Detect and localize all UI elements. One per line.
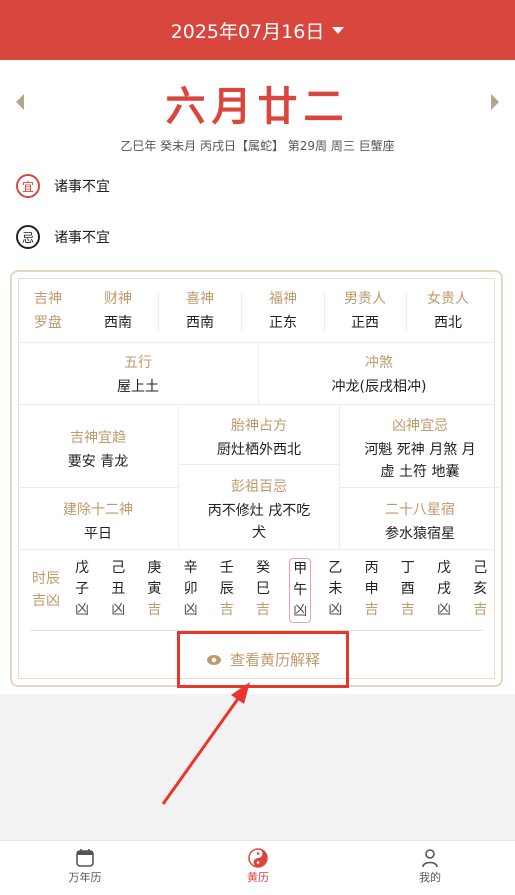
tab-almanac-label: 黄历	[247, 871, 269, 884]
calendar-icon	[76, 849, 94, 867]
tab-mine-label: 我的	[419, 871, 441, 884]
tab-mine[interactable]: 我的	[390, 847, 470, 885]
user-icon	[422, 849, 438, 868]
bottom-tab-bar: 万年历 黄历 我的	[0, 840, 515, 895]
annotation-arrow-icon	[161, 682, 250, 805]
yin-yang-icon	[248, 848, 268, 868]
tab-almanac[interactable]: 黄历	[218, 847, 298, 885]
tab-calendar-label: 万年历	[68, 871, 102, 884]
tab-calendar[interactable]: 万年历	[45, 847, 125, 885]
